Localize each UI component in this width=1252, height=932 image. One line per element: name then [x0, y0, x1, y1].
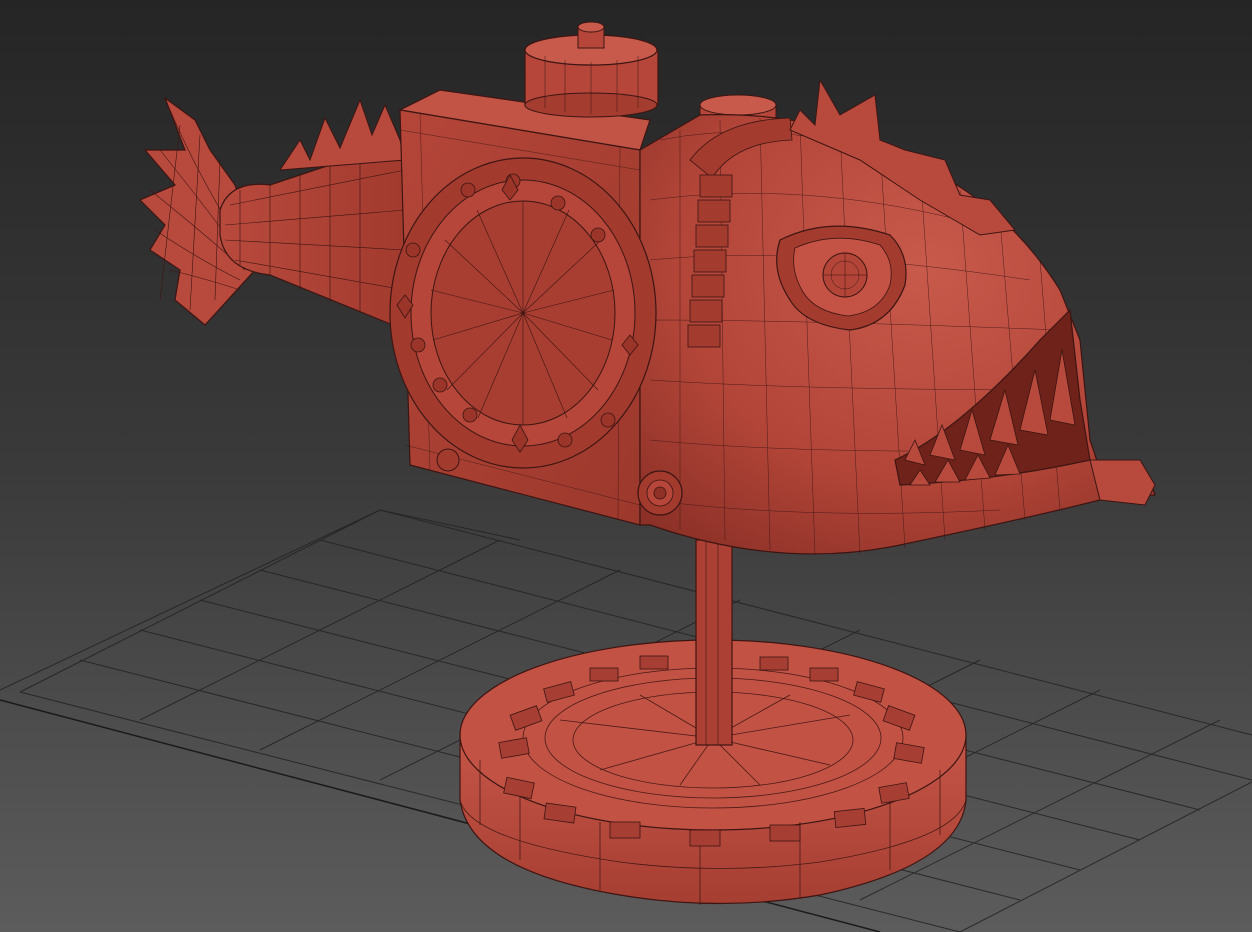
stand-pole — [695, 539, 733, 746]
tail-cone — [219, 139, 406, 331]
porthole-window — [389, 157, 657, 469]
rear-dorsal-fin — [279, 98, 406, 171]
hull-bolt — [436, 448, 460, 472]
viewport-scene — [0, 21, 1252, 932]
top-hatch — [524, 21, 659, 118]
3d-viewport[interactable] — [0, 0, 1252, 932]
side-gear-knob — [637, 470, 683, 516]
